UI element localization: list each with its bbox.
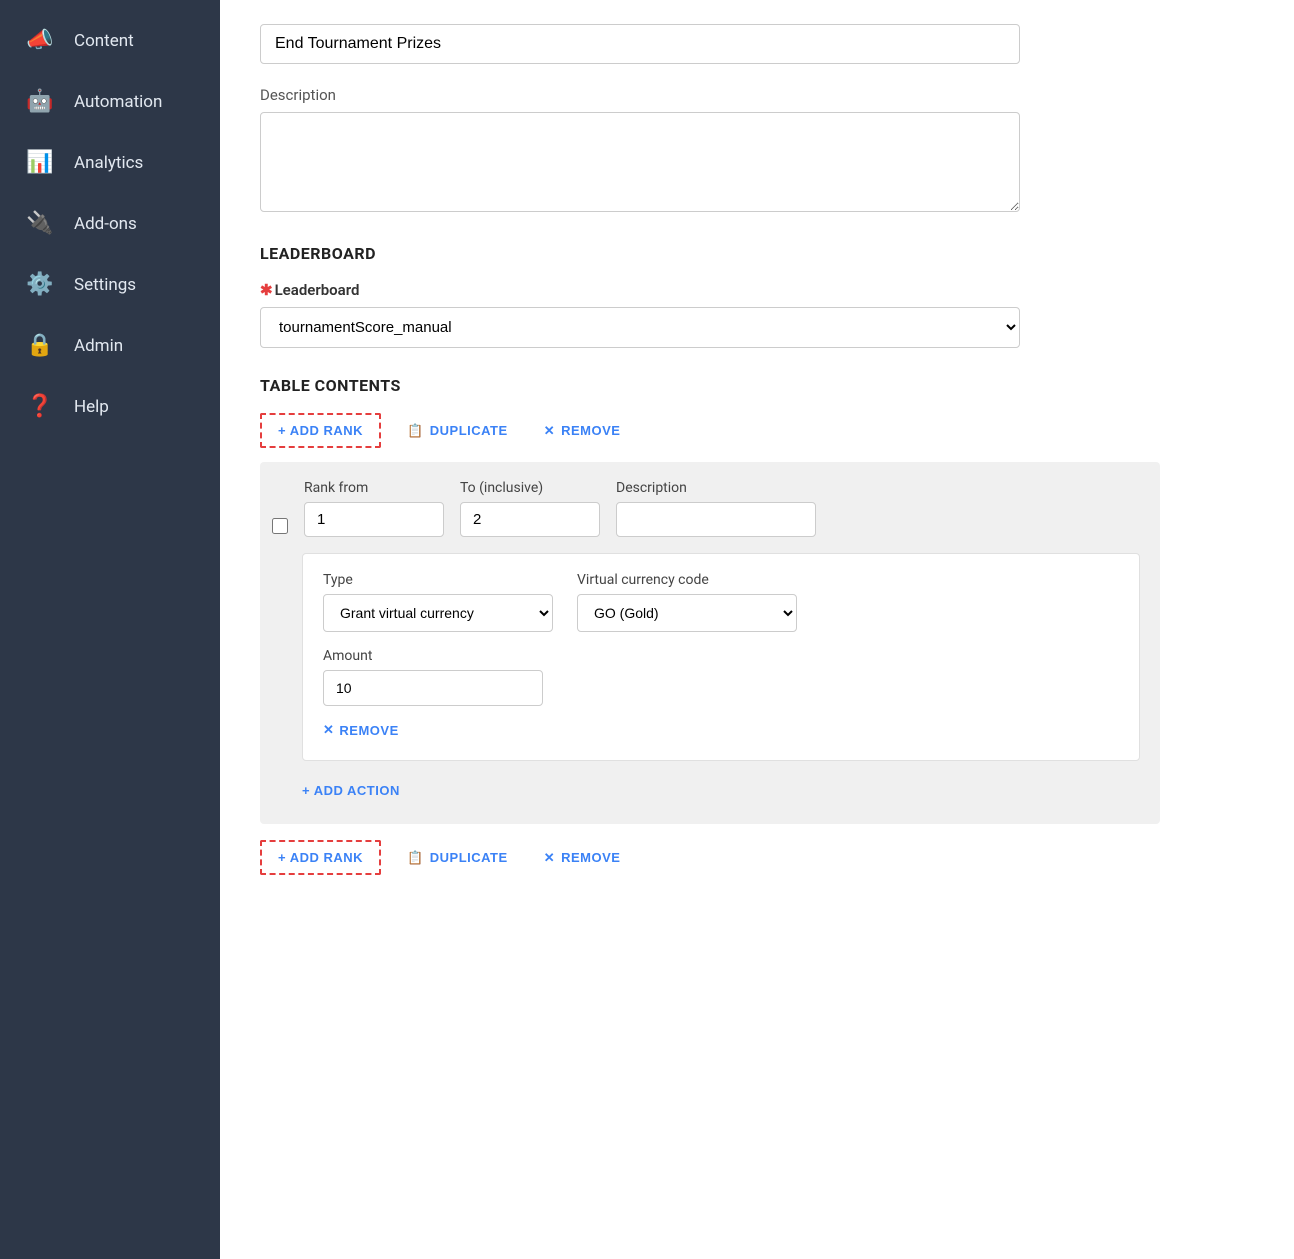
leaderboard-select[interactable]: tournamentScore_manual [260,307,1020,348]
amount-input[interactable] [323,670,543,706]
sidebar-item-addons[interactable]: 🔌 Add-ons [0,193,220,254]
sidebar-label-automation: Automation [74,92,162,112]
leaderboard-section-title: LEADERBOARD [260,244,1254,263]
description-field-label: Description [616,480,816,496]
description-textarea[interactable] [260,112,1020,212]
sidebar-item-admin[interactable]: 🔒 Admin [0,315,220,376]
top-toolbar: + ADD RANK 📋 DUPLICATE ✕ REMOVE [260,413,1160,448]
leaderboard-label: ✱Leaderboard [260,281,1254,299]
main-content: Description LEADERBOARD ✱Leaderboard tou… [220,0,1294,1259]
to-inclusive-group: To (inclusive) [460,480,600,537]
description-label: Description [260,86,1254,104]
add-rank-button-bottom[interactable]: + ADD RANK [260,840,381,875]
currency-group: Virtual currency code GO (Gold) [577,572,797,632]
sidebar-label-settings: Settings [74,275,136,295]
description-field-input[interactable] [616,502,816,537]
sidebar: 📣 Content 🤖 Automation 📊 Analytics 🔌 Add… [0,0,220,1259]
settings-icon: ⚙️ [24,272,56,297]
action-fields-row: Type Grant virtual currency Virtual curr… [323,572,1119,632]
type-select[interactable]: Grant virtual currency [323,594,553,632]
admin-icon: 🔒 [24,333,56,358]
rank-from-label: Rank from [304,480,444,496]
currency-label: Virtual currency code [577,572,797,588]
action-remove-icon: ✕ [323,722,334,738]
duplicate-button-bottom[interactable]: 📋 DUPLICATE [397,842,518,874]
required-star: ✱ [260,281,273,299]
remove-icon-top: ✕ [544,423,555,439]
sidebar-label-content: Content [74,31,134,51]
analytics-icon: 📊 [24,150,56,175]
duplicate-icon-bottom: 📋 [407,850,424,866]
sidebar-item-automation[interactable]: 🤖 Automation [0,71,220,132]
remove-button-bottom[interactable]: ✕ REMOVE [534,842,631,874]
sidebar-label-help: Help [74,397,109,417]
type-group: Type Grant virtual currency [323,572,553,632]
amount-group: Amount [323,648,1119,706]
to-inclusive-label: To (inclusive) [460,480,600,496]
rank-checkbox[interactable] [272,518,288,534]
duplicate-icon-top: 📋 [407,423,424,439]
help-icon: ❓ [24,394,56,419]
description-group: Description [616,480,816,537]
title-input[interactable] [260,24,1020,64]
to-inclusive-input[interactable] [460,502,600,537]
sidebar-item-content[interactable]: 📣 Content [0,10,220,71]
sidebar-label-analytics: Analytics [74,153,143,173]
remove-button-top[interactable]: ✕ REMOVE [534,415,631,447]
rank-from-input[interactable] [304,502,444,537]
currency-select[interactable]: GO (Gold) [577,594,797,632]
addons-icon: 🔌 [24,211,56,236]
bottom-toolbar: + ADD RANK 📋 DUPLICATE ✕ REMOVE [260,840,1160,875]
content-icon: 📣 [24,28,56,53]
action-subrow: Type Grant virtual currency Virtual curr… [302,553,1140,761]
sidebar-item-settings[interactable]: ⚙️ Settings [0,254,220,315]
rank-fields: Rank from To (inclusive) Description [304,480,1140,537]
add-rank-button-top[interactable]: + ADD RANK [260,413,381,448]
action-remove-button[interactable]: ✕ REMOVE [323,718,399,742]
rank-from-group: Rank from [304,480,444,537]
sidebar-label-admin: Admin [74,336,123,356]
duplicate-button-top[interactable]: 📋 DUPLICATE [397,415,518,447]
sidebar-item-analytics[interactable]: 📊 Analytics [0,132,220,193]
table-contents-title: TABLE CONTENTS [260,376,1160,395]
sidebar-item-help[interactable]: ❓ Help [0,376,220,437]
automation-icon: 🤖 [24,89,56,114]
type-label: Type [323,572,553,588]
amount-label: Amount [323,648,1119,664]
sidebar-label-addons: Add-ons [74,214,137,234]
rank-container: Rank from To (inclusive) Description [260,462,1160,824]
add-action-button[interactable]: + ADD ACTION [302,775,400,806]
table-contents-section: TABLE CONTENTS + ADD RANK 📋 DUPLICATE ✕ … [260,376,1160,875]
remove-icon-bottom: ✕ [544,850,555,866]
rank-row: Rank from To (inclusive) Description [272,480,1140,537]
